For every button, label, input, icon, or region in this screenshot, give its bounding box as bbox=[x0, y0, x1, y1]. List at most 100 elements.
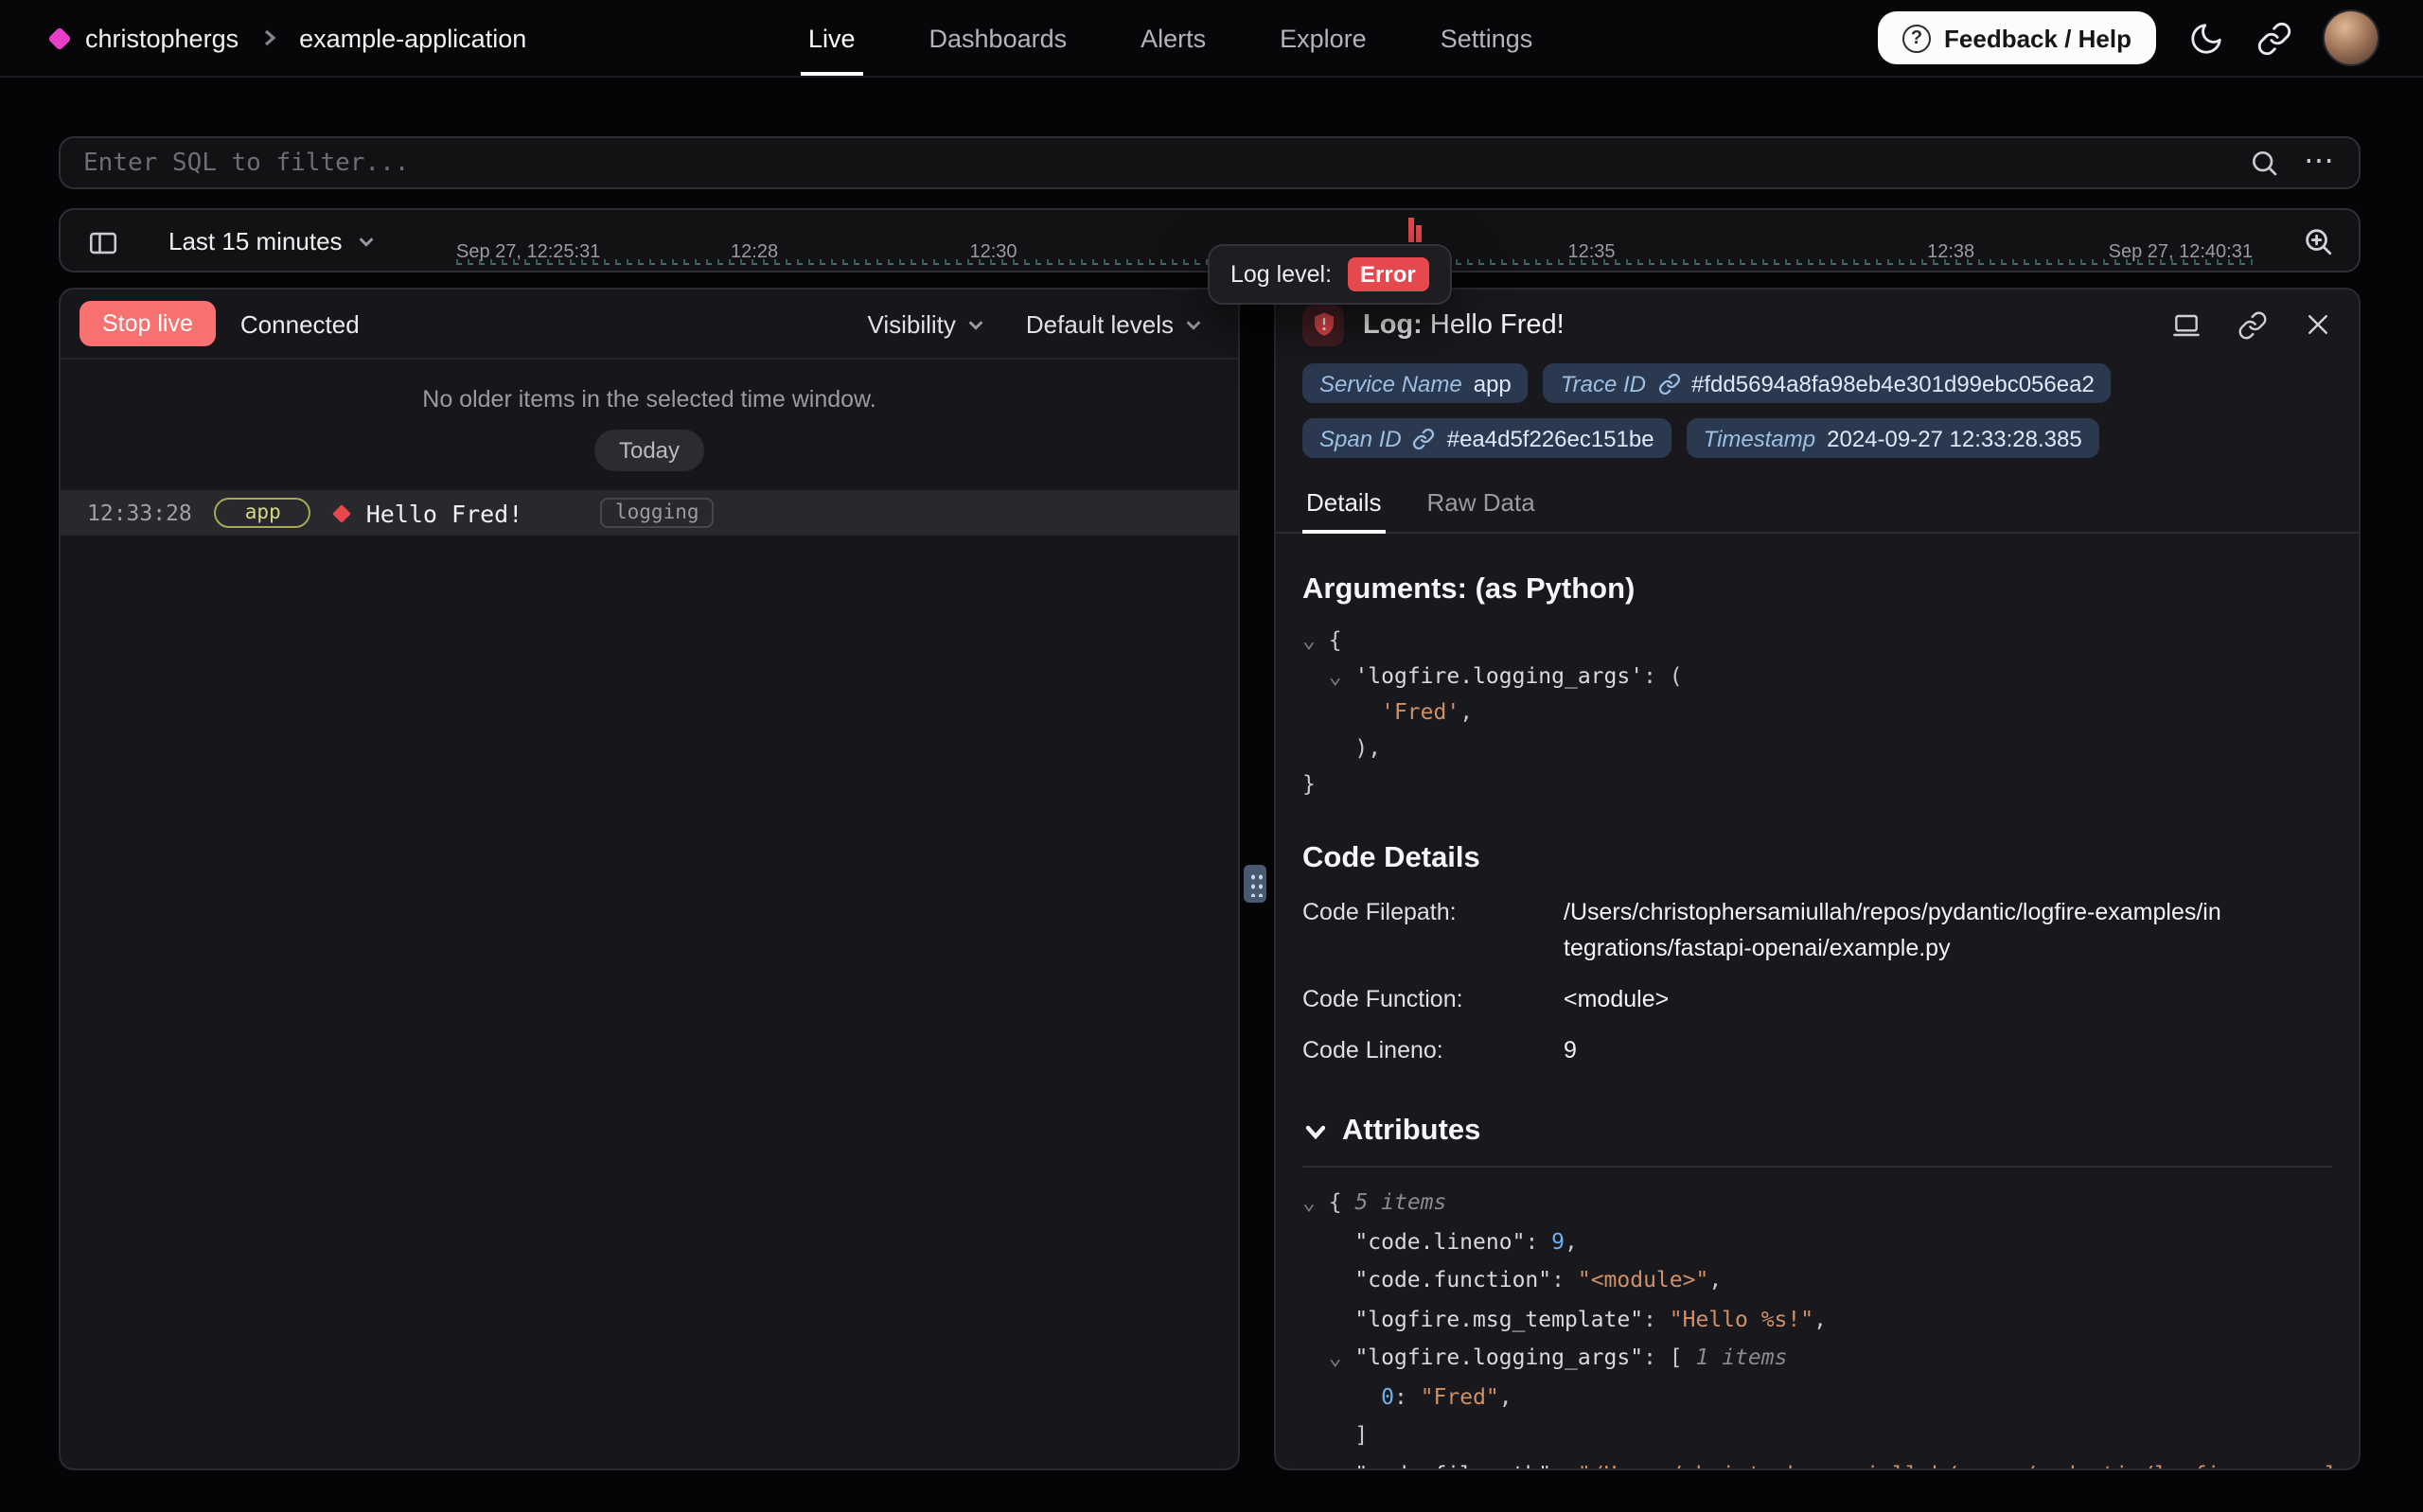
collapse-caret-icon[interactable]: ⌄ bbox=[1302, 626, 1329, 653]
error-marker[interactable] bbox=[1408, 216, 1424, 242]
code-token: 'logfire.logging_args' bbox=[1354, 662, 1643, 689]
code-line: ⌄ { bbox=[1302, 623, 2332, 659]
code-function-label: Code Function: bbox=[1302, 982, 1564, 1018]
breadcrumb-project[interactable]: example-application bbox=[299, 24, 526, 52]
code-token bbox=[1302, 1227, 1354, 1254]
code-line: ⌄ { 5 items bbox=[1302, 1183, 2332, 1222]
arguments-heading: Arguments: (as Python) bbox=[1302, 573, 2332, 607]
attributes-section-toggle[interactable]: Attributes bbox=[1302, 1115, 2332, 1168]
span-id-badge[interactable]: Span ID #ea4d5f226ec151be bbox=[1302, 418, 1671, 458]
code-line: 'Fred', bbox=[1302, 694, 2332, 730]
code-token: ), bbox=[1354, 734, 1381, 761]
trace-id-label: Trace ID bbox=[1561, 370, 1646, 396]
code-token: "logfire.logging_args" bbox=[1354, 1344, 1643, 1370]
live-view-panel: Stop live Connected Visibility Default l… bbox=[59, 288, 1240, 1470]
collapse-caret-icon[interactable]: ⌄ bbox=[1329, 1344, 1355, 1370]
code-token: , bbox=[1565, 1227, 1578, 1254]
stop-live-button[interactable]: Stop live bbox=[80, 301, 216, 346]
code-line: ⌄ 'logfire.logging_args': ( bbox=[1302, 659, 2332, 694]
user-avatar[interactable] bbox=[2325, 11, 2378, 64]
nav-tab-settings[interactable]: Settings bbox=[1441, 0, 1533, 76]
tick-label: 12:30 bbox=[969, 242, 1017, 263]
feedback-help-label: Feedback / Help bbox=[1944, 24, 2131, 52]
code-details-heading: Code Details bbox=[1302, 842, 2332, 876]
nav-tab-explore[interactable]: Explore bbox=[1280, 0, 1367, 76]
nav-tab-alerts[interactable]: Alerts bbox=[1141, 0, 1206, 76]
dark-mode-moon-icon[interactable] bbox=[2188, 20, 2224, 56]
code-token: , bbox=[1813, 1305, 1827, 1331]
error-diamond-icon bbox=[333, 503, 352, 522]
sidebar-toggle-icon[interactable] bbox=[87, 227, 119, 259]
panel-resize-handle[interactable] bbox=[1244, 865, 1266, 903]
breadcrumb-org[interactable]: christophergs bbox=[85, 24, 239, 52]
code-token: , bbox=[1499, 1382, 1512, 1409]
chevron-down-icon bbox=[356, 230, 377, 251]
tab-details[interactable]: Details bbox=[1302, 488, 1386, 532]
code-token: 1 items bbox=[1696, 1344, 1788, 1370]
span-id-value: #ea4d5f226ec151be bbox=[1447, 425, 1654, 451]
code-line: "code.function": "<module>", bbox=[1302, 1260, 2332, 1299]
log-detail-panel: Log: Hello Fred! Service Name app Trace … bbox=[1274, 288, 2361, 1470]
collapse-caret-icon[interactable]: ⌄ bbox=[1329, 662, 1355, 689]
code-token: } bbox=[1302, 770, 1316, 797]
detail-body: Arguments: (as Python) ⌄ { ⌄ 'logfire.lo… bbox=[1276, 573, 2359, 1470]
chevron-down-icon bbox=[1183, 313, 1204, 334]
sql-filter-input[interactable] bbox=[83, 149, 2249, 177]
code-filepath-row: Code Filepath: /Users/christophersamiull… bbox=[1302, 895, 2332, 967]
tick-label: Sep 27, 12:40:31 bbox=[2109, 242, 2253, 263]
timestamp-value: 2024-09-27 12:33:28.385 bbox=[1827, 425, 2082, 451]
logo-icon[interactable] bbox=[47, 26, 71, 49]
share-link-icon[interactable] bbox=[2256, 20, 2292, 56]
copy-link-icon[interactable] bbox=[2237, 309, 2268, 340]
detail-title: Log: Hello Fred! bbox=[1363, 309, 1565, 340]
time-range-selector[interactable]: Last 15 minutes bbox=[168, 210, 377, 271]
code-line: "code.lineno": 9, bbox=[1302, 1222, 2332, 1260]
trace-id-value: #fdd5694a8fa98eb4e301d99ebc056ea2 bbox=[1691, 370, 2095, 396]
code-token bbox=[1302, 1305, 1354, 1331]
code-token: 9 bbox=[1551, 1227, 1565, 1254]
nav-tabs: Live Dashboards Alerts Explore Settings bbox=[808, 0, 1532, 76]
timeline-tick: 12:28 bbox=[731, 233, 778, 267]
code-token bbox=[1302, 1460, 1354, 1470]
tick-label: 12:38 bbox=[1927, 242, 1974, 263]
feedback-help-button[interactable]: ? Feedback / Help bbox=[1878, 11, 2156, 64]
tick-label: 12:28 bbox=[731, 242, 778, 263]
code-line: ), bbox=[1302, 730, 2332, 766]
timeline-tick: Sep 27, 12:25:31 bbox=[456, 233, 600, 267]
attributes-code-block: ⌄ { 5 items "code.lineno": 9, "code.func… bbox=[1302, 1183, 2332, 1470]
error-level-badge: Error bbox=[1347, 257, 1429, 291]
link-icon bbox=[1657, 372, 1680, 395]
collapse-caret-icon[interactable]: ⌄ bbox=[1302, 1188, 1329, 1215]
code-token: : bbox=[1394, 1382, 1421, 1409]
code-line: ] bbox=[1302, 1415, 2332, 1454]
default-levels-dropdown[interactable]: Default levels bbox=[1026, 309, 1204, 338]
code-function-value: <module> bbox=[1564, 982, 2222, 1018]
tick-label: 12:35 bbox=[1568, 242, 1616, 263]
code-line: } bbox=[1302, 766, 2332, 802]
trace-id-badge[interactable]: Trace ID #fdd5694a8fa98eb4e301d99ebc056e… bbox=[1544, 363, 2112, 403]
code-token: "logfire.msg_template" bbox=[1354, 1305, 1643, 1331]
code-token: "Hello %s!" bbox=[1670, 1305, 1813, 1331]
log-time: 12:33:28 bbox=[87, 500, 192, 526]
code-token bbox=[1302, 1344, 1329, 1370]
code-token bbox=[1302, 662, 1329, 689]
today-button[interactable]: Today bbox=[594, 430, 704, 471]
visibility-dropdown[interactable]: Visibility bbox=[867, 309, 985, 338]
tick-label: Sep 27, 12:25:31 bbox=[456, 242, 600, 263]
code-details-rows: Code Filepath: /Users/christophersamiull… bbox=[1302, 895, 2332, 1069]
tab-raw-data[interactable]: Raw Data bbox=[1424, 488, 1539, 532]
close-icon[interactable] bbox=[2304, 310, 2332, 339]
zoom-in-icon[interactable] bbox=[2302, 225, 2334, 257]
nav-tab-live[interactable]: Live bbox=[808, 0, 856, 76]
search-icon[interactable] bbox=[2249, 148, 2279, 178]
top-nav: christophergs example-application Live D… bbox=[0, 0, 2423, 78]
code-token: : bbox=[1551, 1266, 1578, 1292]
more-options-icon[interactable]: ⋯ bbox=[2304, 148, 2336, 178]
log-row[interactable]: 12:33:28 app Hello Fred! logging bbox=[61, 490, 1238, 536]
dock-panel-icon[interactable] bbox=[2171, 309, 2202, 340]
code-token: : ( bbox=[1643, 662, 1683, 689]
nav-tab-dashboards[interactable]: Dashboards bbox=[929, 0, 1068, 76]
code-token: 5 items bbox=[1354, 1188, 1446, 1215]
breadcrumb-separator-icon bbox=[257, 26, 280, 49]
time-range-label: Last 15 minutes bbox=[168, 226, 343, 255]
